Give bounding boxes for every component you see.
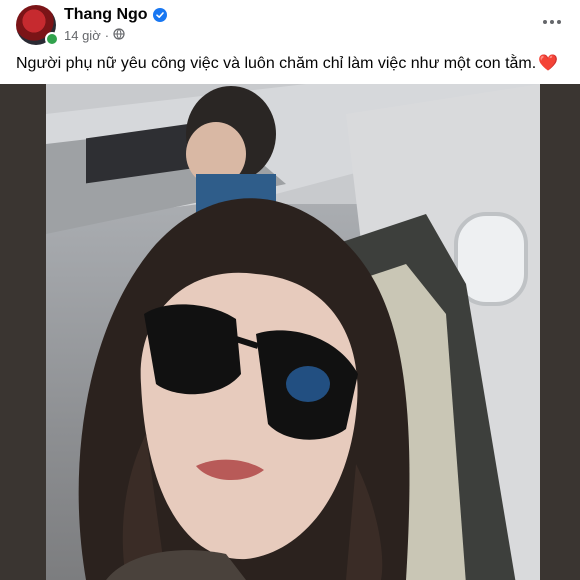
post-caption: Người phụ nữ yêu công việc và luôn chăm … xyxy=(16,53,558,73)
post-photo[interactable] xyxy=(0,84,580,580)
verified-badge-icon xyxy=(152,8,167,22)
meta-separator: · xyxy=(104,28,110,43)
globe-icon[interactable] xyxy=(113,28,125,43)
author-name[interactable]: Thang Ngo xyxy=(64,6,148,24)
photo-content xyxy=(46,84,540,580)
heart-emoji: ❤️ xyxy=(538,55,559,72)
more-options-icon[interactable] xyxy=(538,12,566,32)
selfie-image xyxy=(46,84,540,580)
post-card: Thang Ngo 14 giờ · Người phụ nữ yêu công… xyxy=(0,0,580,580)
post-meta: 14 giờ · xyxy=(64,28,125,43)
online-status-dot xyxy=(45,32,59,46)
post-timestamp[interactable]: 14 giờ xyxy=(64,28,101,43)
author-row: Thang Ngo xyxy=(64,6,167,24)
caption-text: Người phụ nữ yêu công việc và luôn chăm … xyxy=(16,55,537,72)
